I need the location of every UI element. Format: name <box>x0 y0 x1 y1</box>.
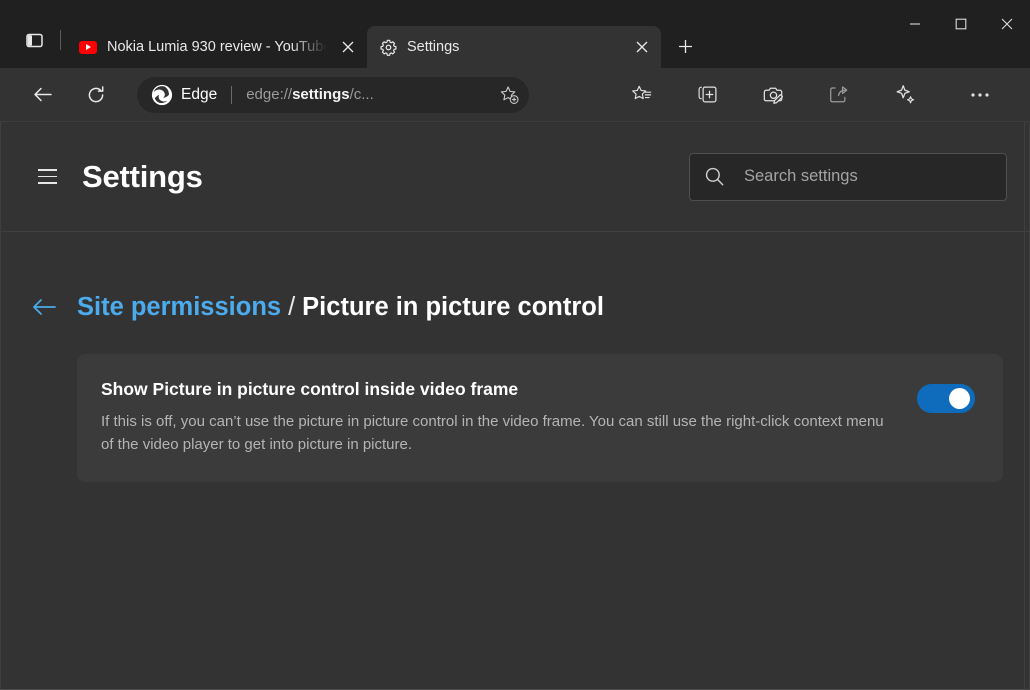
youtube-icon <box>79 38 97 56</box>
breadcrumb-parent-link[interactable]: Site permissions <box>77 293 281 322</box>
url-suffix: /c... <box>350 86 374 103</box>
url-prefix: edge:// <box>246 86 292 103</box>
omnibox-url: edge://settings/c... <box>246 86 493 103</box>
breadcrumb-current: Picture in picture control <box>302 293 604 322</box>
tab-title: Settings <box>407 39 625 55</box>
setting-title: Show Picture in picture control inside v… <box>101 378 897 401</box>
settings-page: Settings Site permissions / Picture in p… <box>0 122 1030 689</box>
settings-header: Settings <box>1 122 1029 232</box>
settings-content: Site permissions / Picture in picture co… <box>1 232 1029 688</box>
maximize-button[interactable] <box>938 0 984 48</box>
back-arrow-icon[interactable] <box>27 290 61 324</box>
setting-description: If this is off, you can’t use the pictur… <box>101 410 897 457</box>
search-icon <box>704 166 726 187</box>
gear-icon <box>379 38 397 56</box>
navigation-toolbar: Edge edge://settings/c... <box>0 68 1030 122</box>
hamburger-menu-icon[interactable] <box>27 157 67 197</box>
close-icon[interactable] <box>335 34 361 60</box>
copilot-icon[interactable] <box>887 77 923 113</box>
new-tab-button[interactable] <box>669 30 701 62</box>
back-button[interactable] <box>24 77 60 113</box>
toggle-knob <box>949 388 970 409</box>
share-icon[interactable] <box>821 77 857 113</box>
title-bar: Nokia Lumia 930 review - YouTube Setting… <box>0 0 1030 68</box>
window-controls <box>892 0 1030 68</box>
breadcrumb: Site permissions / Picture in picture co… <box>1 290 1029 324</box>
setting-card-text: Show Picture in picture control inside v… <box>101 378 917 456</box>
breadcrumb-separator: / <box>288 293 295 322</box>
url-bold: settings <box>292 86 350 103</box>
search-settings-box[interactable] <box>689 153 1007 201</box>
omnibox-brand-label: Edge <box>181 86 217 104</box>
search-input[interactable] <box>744 167 992 186</box>
tab-strip: Nokia Lumia 930 review - YouTube Setting… <box>0 0 1030 68</box>
address-bar[interactable]: Edge edge://settings/c... <box>137 77 529 113</box>
minimize-button[interactable] <box>892 0 938 48</box>
refresh-button[interactable] <box>78 77 114 113</box>
tab-actions-button[interactable] <box>16 22 52 58</box>
favorites-icon[interactable] <box>623 77 659 113</box>
more-icon[interactable] <box>962 77 998 113</box>
edge-logo-icon <box>151 84 173 106</box>
screenshot-icon[interactable] <box>755 77 791 113</box>
tab-strip-divider <box>60 30 61 50</box>
close-window-button[interactable] <box>984 0 1030 48</box>
close-icon[interactable] <box>629 34 655 60</box>
collections-icon[interactable] <box>689 77 725 113</box>
tab-youtube[interactable]: Nokia Lumia 930 review - YouTube <box>67 26 367 68</box>
scrollbar-track[interactable] <box>1024 122 1025 689</box>
page-title: Settings <box>82 159 203 195</box>
tab-settings[interactable]: Settings <box>367 26 661 68</box>
add-favorite-icon[interactable] <box>493 79 525 111</box>
omnibox-divider <box>231 86 232 104</box>
browser-toolbar-actions <box>608 77 1020 113</box>
setting-card-pip-control: Show Picture in picture control inside v… <box>77 354 1003 482</box>
pip-control-toggle[interactable] <box>917 384 975 413</box>
tab-title: Nokia Lumia 930 review - YouTube <box>107 39 331 55</box>
